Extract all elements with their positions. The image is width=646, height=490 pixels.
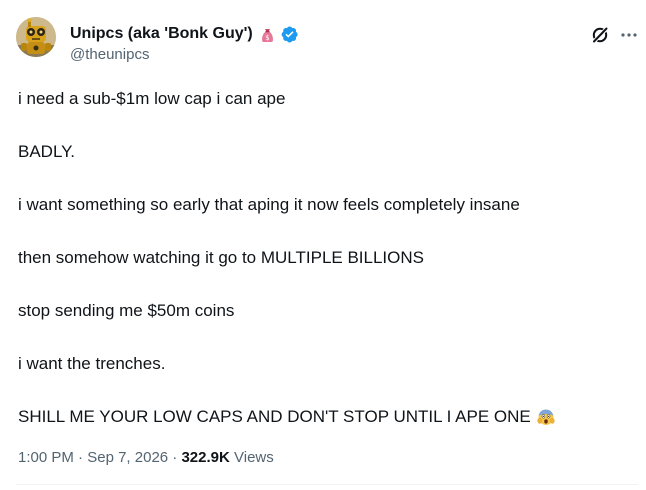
tweet-line: SHILL ME YOUR LOW CAPS AND DON'T STOP UN… [18, 407, 531, 426]
tweet-text: i need a sub-$1m low cap i can ape BADLY… [18, 87, 628, 458]
divider [16, 484, 638, 485]
money-bag-icon: $ [259, 26, 276, 43]
name-row: Unipcs (aka 'Bonk Guy') $ [70, 24, 299, 44]
tweet-line-last: SHILL ME YOUR LOW CAPS AND DON'T STOP UN… [18, 405, 628, 429]
tweet-line: stop sending me $50m coins [18, 301, 235, 320]
tweet-line: i need a sub-$1m low cap i can ape [18, 89, 286, 108]
author-display-name[interactable]: Unipcs (aka 'Bonk Guy') [70, 24, 253, 44]
author-handle[interactable]: @theunipcs [70, 45, 299, 65]
more-options-icon[interactable] [618, 25, 640, 45]
screaming-face-icon [537, 408, 555, 426]
author-block: Unipcs (aka 'Bonk Guy') $ @theunipcs [70, 24, 299, 65]
tweet-line: i want the trenches. [18, 354, 166, 373]
views-count[interactable]: 322.9K [181, 449, 229, 466]
verified-badge-icon [280, 25, 299, 44]
tweet-line: BADLY. [18, 142, 76, 161]
robot-avatar-icon [16, 17, 56, 57]
tweet-meta: 1:00 PM · Sep 7, 2026 · 322.9K Views [18, 447, 274, 469]
tweet-line: then somehow watching it go to MULTIPLE … [18, 248, 424, 267]
tweet-date[interactable]: Sep 7, 2026 [87, 449, 168, 466]
tweet-card: Unipcs (aka 'Bonk Guy') $ @theunipcs i n… [0, 0, 646, 490]
views-label: Views [229, 449, 274, 466]
meta-separator: · [168, 449, 182, 466]
tweet-line: i want something so early that aping it … [18, 195, 520, 214]
tweet-time[interactable]: 1:00 PM [18, 449, 74, 466]
avatar[interactable] [16, 17, 56, 57]
svg-text:$: $ [265, 34, 269, 42]
grok-icon[interactable] [590, 25, 610, 45]
meta-separator: · [73, 449, 88, 466]
